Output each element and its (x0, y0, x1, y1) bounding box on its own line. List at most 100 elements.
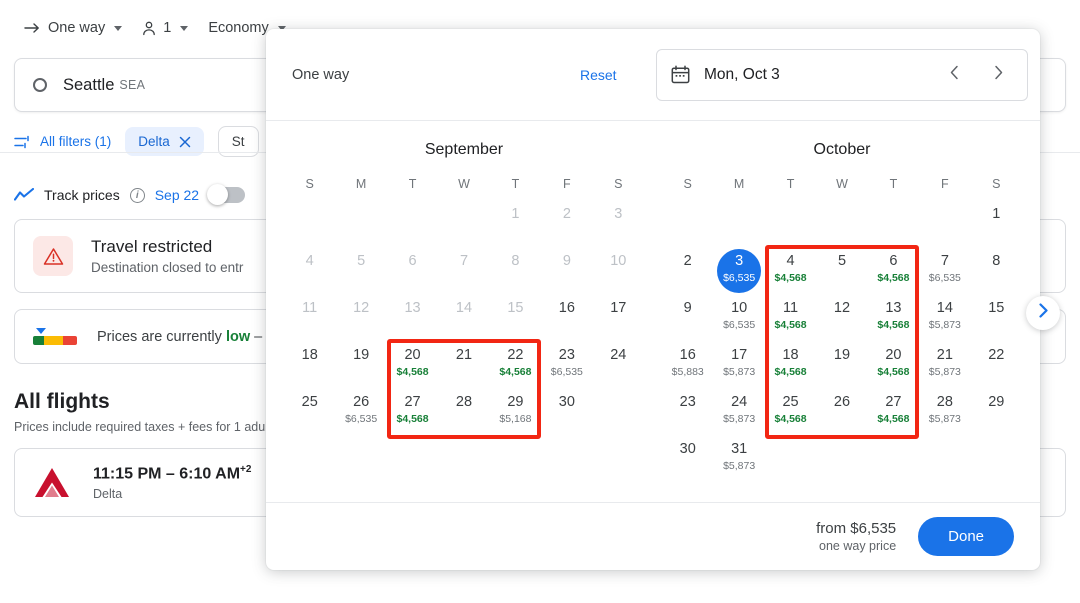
day-cell[interactable]: 8 (971, 248, 1022, 295)
day-cell[interactable]: 21 (438, 342, 489, 389)
weekday-header: SMTWTFS (662, 177, 1022, 201)
chevron-down-icon (114, 25, 123, 31)
day-cell[interactable]: 29 (971, 389, 1022, 436)
day-number: 19 (353, 347, 370, 363)
next-month-button[interactable] (983, 65, 1013, 85)
day-cell[interactable]: 16 $5,883 (662, 342, 713, 389)
price-gauge-icon (33, 328, 79, 345)
arrow-right-icon (24, 22, 41, 34)
price-text-after: – (250, 328, 263, 345)
day-cell[interactable]: 9 (662, 295, 713, 342)
day-cell[interactable]: 17 (593, 295, 644, 342)
day-cell[interactable]: 10 $6,535 (713, 295, 764, 342)
day-cell: 2 (541, 201, 592, 248)
day-cell[interactable]: 27 $4,568 (387, 389, 438, 436)
day-cell[interactable]: 19 (335, 342, 386, 389)
day-number: 17 (610, 300, 627, 316)
person-icon (142, 21, 156, 36)
day-number: 1 (511, 206, 520, 222)
day-cell[interactable]: 16 (541, 295, 592, 342)
track-prices-date[interactable]: Sep 22 (155, 187, 199, 203)
day-number: 6 (408, 253, 417, 269)
day-number: 9 (683, 300, 692, 316)
day-cell[interactable]: 30 (662, 436, 713, 483)
day-cell: 5 (335, 248, 386, 295)
day-cell: 7 (438, 248, 489, 295)
day-cell[interactable]: 20 $4,568 (868, 342, 919, 389)
close-icon[interactable] (179, 136, 191, 148)
day-cell[interactable]: 24 (593, 342, 644, 389)
day-cell[interactable]: 23 (662, 389, 713, 436)
day-cell[interactable]: 30 (541, 389, 592, 436)
day-cell[interactable]: 18 (284, 342, 335, 389)
day-cell[interactable]: 20 $4,568 (387, 342, 438, 389)
day-cell[interactable]: 12 (816, 295, 867, 342)
prev-month-button[interactable] (939, 65, 969, 85)
info-icon[interactable]: i (129, 187, 145, 203)
weekday-label: M (733, 177, 745, 191)
weekday-label: T (786, 177, 795, 191)
day-cell[interactable]: 4 $4,568 (765, 248, 816, 295)
day-number: 30 (558, 394, 575, 410)
day-price: $4,568 (774, 366, 807, 378)
day-number: 15 (988, 300, 1005, 316)
day-cell[interactable]: 14 $5,873 (919, 295, 970, 342)
day-cell[interactable]: 31 $5,873 (713, 436, 764, 483)
calendar-trip-type-selector[interactable]: One way (292, 67, 357, 83)
day-cell[interactable]: 19 (816, 342, 867, 389)
day-cell[interactable]: 2 (662, 248, 713, 295)
day-cell[interactable]: 26 (816, 389, 867, 436)
track-prices-toggle[interactable] (207, 184, 246, 205)
day-number: 25 (301, 394, 318, 410)
day-number: 31 (731, 441, 748, 457)
day-cell: 6 (387, 248, 438, 295)
passengers-selector[interactable]: 1 (132, 16, 198, 40)
trip-type-selector[interactable]: One way (14, 16, 132, 40)
day-cell: 13 (387, 295, 438, 342)
day-cell[interactable]: 26 $6,535 (335, 389, 386, 436)
done-button[interactable]: Done (918, 517, 1014, 556)
weekday-label: T (408, 177, 417, 191)
weekday-label: S (305, 177, 314, 191)
day-cell[interactable]: 25 $4,568 (765, 389, 816, 436)
day-cell[interactable]: 15 (971, 295, 1022, 342)
departure-date-field[interactable]: Mon, Oct 3 (656, 48, 1028, 101)
day-cell[interactable]: 1 (971, 201, 1022, 248)
day-cell[interactable]: 23 $6,535 (541, 342, 592, 389)
day-cell[interactable]: 29 $5,168 (490, 389, 541, 436)
day-number: 22 (507, 347, 524, 363)
all-filters-button[interactable]: All filters (1) (14, 134, 111, 149)
day-number: 3 (735, 253, 744, 269)
day-number: 4 (305, 253, 314, 269)
circle-dot-icon (33, 78, 47, 92)
next-page-button[interactable] (1026, 296, 1060, 330)
day-cell[interactable]: 22 (971, 342, 1022, 389)
day-cell[interactable]: 6 $4,568 (868, 248, 919, 295)
day-cell[interactable]: 22 $4,568 (490, 342, 541, 389)
day-price: $6,535 (723, 272, 756, 284)
day-price: $5,873 (723, 460, 756, 472)
day-cell[interactable]: 18 $4,568 (765, 342, 816, 389)
day-cell[interactable]: 24 $5,873 (713, 389, 764, 436)
day-number: 18 (782, 347, 799, 363)
day-cell[interactable]: 7 $6,535 (919, 248, 970, 295)
flight-time-range: 11:15 PM – 6:10 AM (93, 465, 241, 483)
day-cell[interactable]: 27 $4,568 (868, 389, 919, 436)
day-number: 19 (833, 347, 851, 363)
day-cell[interactable]: 28 $5,873 (919, 389, 970, 436)
day-cell[interactable]: 21 $5,873 (919, 342, 970, 389)
day-number: 11 (783, 300, 799, 316)
day-price: $5,873 (928, 413, 961, 425)
day-cell[interactable]: 25 (284, 389, 335, 436)
day-cell[interactable]: 28 (438, 389, 489, 436)
day-cell[interactable]: 5 (816, 248, 867, 295)
day-number: 5 (357, 253, 366, 269)
day-cell[interactable]: 3 $6,535 (713, 248, 764, 295)
day-cell[interactable]: 13 $4,568 (868, 295, 919, 342)
day-number: 8 (511, 253, 520, 269)
day-cell[interactable]: 17 $5,873 (713, 342, 764, 389)
reset-button[interactable]: Reset (580, 67, 617, 83)
day-price: $4,568 (396, 413, 429, 425)
weekday-header: SMTWTFS (284, 177, 644, 201)
day-cell[interactable]: 11 $4,568 (765, 295, 816, 342)
